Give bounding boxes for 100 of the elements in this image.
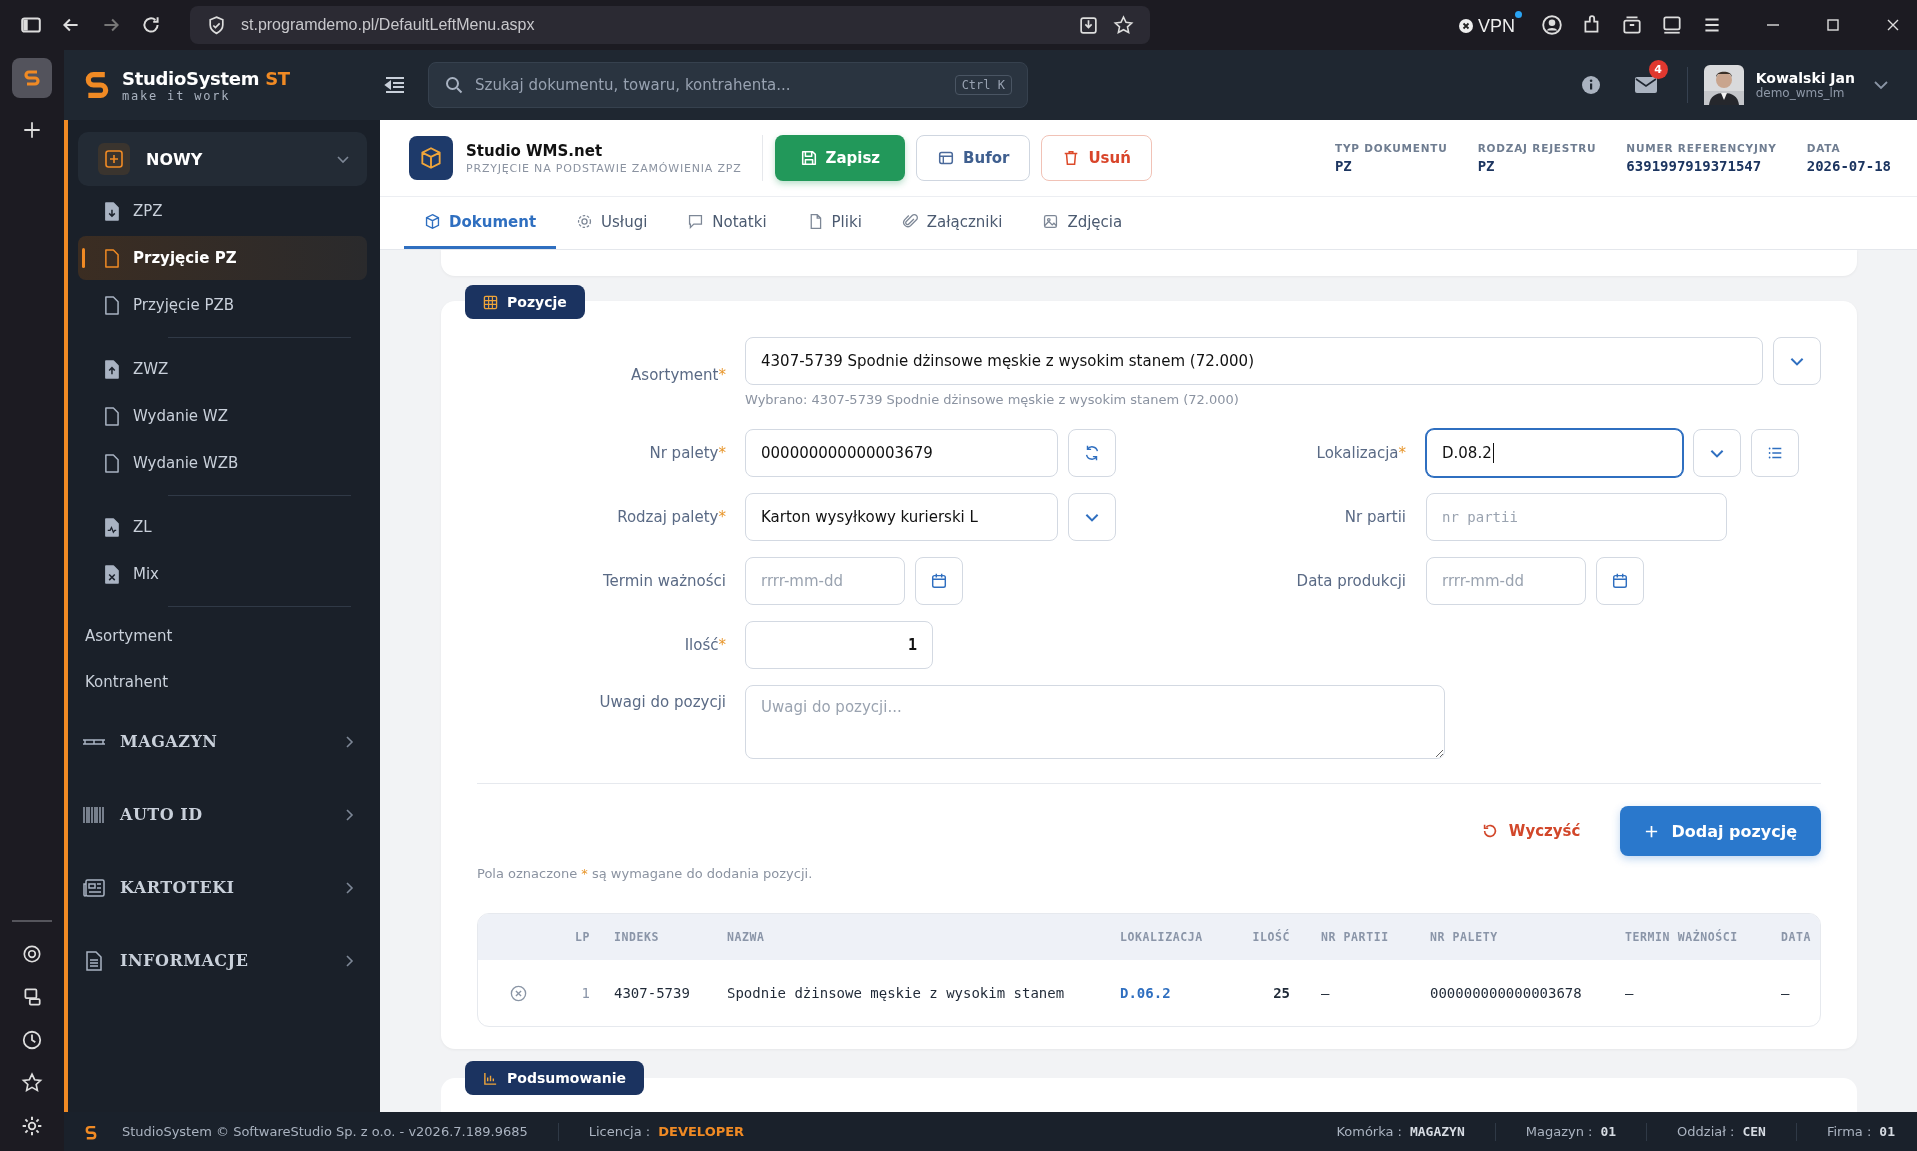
reload-icon[interactable] <box>140 14 162 36</box>
menu-group-header[interactable]: KARTOTEKI <box>78 851 367 924</box>
tab[interactable]: Pliki <box>786 197 882 249</box>
info-icon[interactable] <box>1580 75 1601 95</box>
batch-number-field[interactable]: nr partii <box>1426 493 1727 541</box>
assortment-field[interactable]: 4307-5739 Spodnie dżinsowe męskie z wysokim stanem (72.000) <box>745 337 1763 385</box>
menu-link[interactable]: Asortyment <box>78 613 367 659</box>
tab[interactable]: Zdjęcia <box>1022 197 1143 249</box>
menu-item[interactable]: Wydanie WZ <box>78 394 367 438</box>
menu-item[interactable]: ZL <box>78 505 367 549</box>
tab[interactable]: Usługi <box>556 197 668 249</box>
tab[interactable]: Notatki <box>667 197 787 249</box>
table-cell-text: 25 <box>1272 985 1290 1001</box>
star-icon[interactable] <box>21 1072 43 1094</box>
logo-icon <box>84 1123 98 1140</box>
newspaper-icon <box>82 877 106 898</box>
menu-item[interactable]: ZWZ <box>78 347 367 391</box>
user-login: demo_wms_lm <box>1755 86 1846 100</box>
x-circle-icon <box>1458 18 1474 34</box>
table-cell-text: D.06.2 <box>1120 985 1172 1001</box>
status-label: Oddział : <box>1677 1124 1735 1139</box>
meta-label: DATA <box>1806 142 1842 154</box>
app-tab-icon[interactable] <box>12 58 52 98</box>
mail-icon[interactable] <box>1634 77 1657 93</box>
plus-icon[interactable] <box>21 119 43 141</box>
clock-icon[interactable] <box>21 1029 43 1051</box>
calendar-button[interactable] <box>915 557 963 605</box>
save-button[interactable]: Zapisz <box>774 135 906 181</box>
date-field[interactable]: rrrr-mm-dd <box>1426 557 1586 605</box>
document-chart-icon <box>104 517 119 537</box>
field-label: Uwagi do pozycji <box>598 692 726 711</box>
column-header: NR PALETY <box>1430 930 1499 944</box>
document-icon <box>104 295 119 315</box>
column-header: DATA <box>1781 930 1813 944</box>
menu-item[interactable]: Przyjęcie PZ <box>78 236 367 280</box>
star-icon[interactable] <box>1113 14 1134 36</box>
download-icon[interactable] <box>1078 14 1099 36</box>
quantity-field[interactable]: 1 <box>745 621 933 669</box>
buffer-button[interactable]: Bufor <box>916 135 1031 181</box>
location-field[interactable]: D.08.2 <box>1426 429 1683 477</box>
shortcut-hint: Ctrl K <box>954 75 1012 95</box>
section-title: Pozycje <box>507 294 567 310</box>
table-cell-text: — <box>1320 985 1331 1001</box>
status-label: Komórka : <box>1336 1124 1402 1139</box>
calendar-icon <box>930 572 948 590</box>
meta-label: NUMER REFERENCYJNY <box>1626 142 1777 154</box>
license-label: Licencja : <box>588 1124 651 1139</box>
spreadsheet-icon <box>104 564 119 584</box>
remove-row-icon[interactable] <box>508 983 528 1003</box>
column-header: INDEKS <box>613 930 661 944</box>
required-fields-note: Pola oznaczone * są wymagane do dodania pozycji. <box>477 866 814 881</box>
date-field[interactable]: rrrr-mm-dd <box>745 557 905 605</box>
plus-icon <box>1644 823 1660 839</box>
document-icon <box>104 406 119 426</box>
menu-group-header[interactable]: INFORMACJE <box>78 924 367 997</box>
menu-group-header[interactable]: MAGAZYN <box>78 705 367 778</box>
table-icon <box>483 294 498 310</box>
table-cell-text: — <box>1625 985 1635 1001</box>
section-title: Podsumowanie <box>507 1070 627 1086</box>
status-label: Magazyn : <box>1525 1124 1593 1139</box>
pallet-number-field[interactable]: 000000000000003679 <box>745 429 1058 477</box>
tab[interactable]: Załączniki <box>881 197 1023 249</box>
notes-field[interactable]: Uwagi do pozycji... <box>745 685 1445 759</box>
vpn-button[interactable]: VPN <box>1458 10 1523 40</box>
chevron-down-icon[interactable] <box>1873 80 1889 90</box>
column-header: ILOŚĆ <box>1251 930 1290 944</box>
meta-value: 2026-07-18 <box>1806 158 1891 174</box>
delete-button[interactable]: Usuń <box>1041 135 1152 181</box>
profile-icon[interactable] <box>1541 14 1563 36</box>
status-label: Firma : <box>1826 1124 1872 1139</box>
license-value: DEVELOPER <box>658 1124 745 1139</box>
address-bar[interactable]: st.programdemo.pl/DefaultLeftMenu.aspx <box>190 6 1150 44</box>
box-icon <box>409 136 453 180</box>
field-label: Data produkcji <box>1295 572 1406 590</box>
cube-icon <box>424 213 441 230</box>
document-icon <box>104 248 119 268</box>
menu-group-header[interactable]: AUTO ID <box>78 778 367 851</box>
document-subtitle: PRZYJĘCIE NA PODSTAWIE ZAMÓWIENIA ZPZ <box>466 161 742 175</box>
logo-icon <box>84 69 110 101</box>
clear-button[interactable]: Wyczyść <box>1476 814 1585 848</box>
menu-item[interactable]: ZPZ <box>78 189 367 233</box>
menu-item[interactable]: Wydanie WZB <box>78 441 367 485</box>
archive-icon[interactable] <box>1621 14 1643 36</box>
add-position-button[interactable]: Dodaj pozycję <box>1620 806 1821 856</box>
table-cell-text: — <box>1781 985 1791 1001</box>
collapse-menu-icon[interactable] <box>384 75 406 95</box>
sidebar-toggle-icon[interactable] <box>20 14 42 36</box>
menu-group-header[interactable]: NOWY <box>78 132 367 186</box>
pallet-type-select[interactable]: Karton wysyłkowy kurierski L <box>745 493 1058 541</box>
menu-item[interactable]: Mix <box>78 552 367 596</box>
calendar-button[interactable] <box>1596 557 1644 605</box>
menu-item[interactable]: Przyjęcie PZB <box>78 283 367 327</box>
brand-tagline: make it work <box>122 88 231 103</box>
table-cell-text: 1 <box>580 985 590 1001</box>
menu-link[interactable]: Kontrahent <box>78 659 367 705</box>
status-value: CEN <box>1742 1124 1766 1139</box>
column-header: TERMIN WAŻNOŚCI <box>1625 930 1739 944</box>
notification-badge: 4 <box>1648 60 1668 79</box>
settings-icon[interactable] <box>21 1115 43 1137</box>
sidebar-icon[interactable] <box>1661 14 1683 36</box>
